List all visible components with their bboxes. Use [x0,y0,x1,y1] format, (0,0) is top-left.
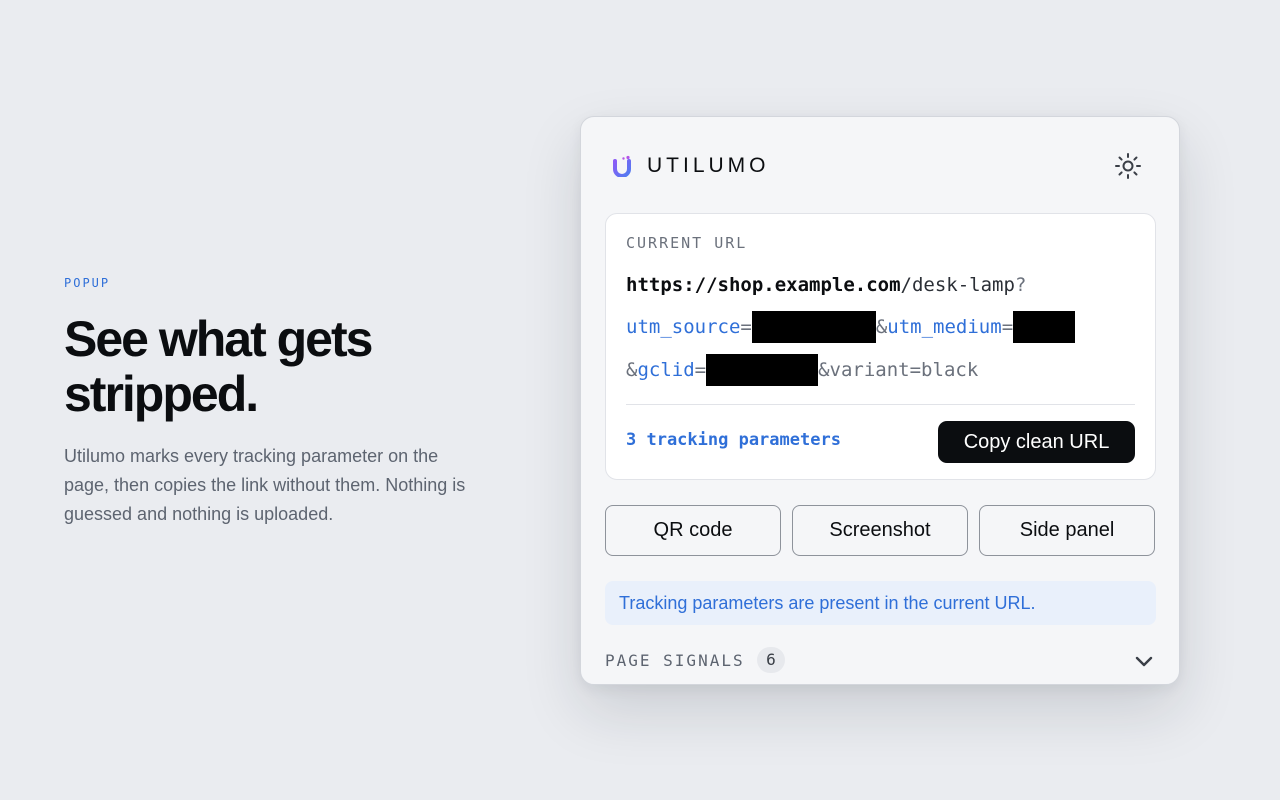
intro-section: POPUP See what gets stripped. Utilumo ma… [64,276,484,529]
section-eyebrow: POPUP [64,276,111,290]
action-buttons: QR code Screenshot Side panel [605,505,1156,556]
url-host: https://shop.example.com [626,274,901,296]
utilumo-logo-icon [613,155,631,177]
chevron-down-icon[interactable] [1132,649,1156,673]
redacted-value [706,354,819,386]
tracking-param-name: gclid [637,359,695,381]
param-separator: & [875,316,888,338]
current-url-label: CURRENT URL [626,234,748,252]
side-panel-button[interactable]: Side panel [979,505,1155,556]
card-divider [626,404,1135,405]
url-line-3: &gclid= &variant=black [626,354,978,386]
intro-description: Utilumo marks every tracking parameter o… [64,446,466,524]
popup-header: UTILUMO [611,147,1145,185]
param-equals: = [740,316,752,338]
page-signals-label: PAGE SIGNALS [605,651,745,670]
headline-line-1: See what gets [64,311,373,367]
redacted-value [1013,311,1076,343]
headline-line-2: stripped. [64,366,259,422]
headline: See what gets stripped. [64,312,484,422]
sun-icon [1115,153,1141,179]
theme-toggle-button[interactable] [1111,149,1145,183]
copy-clean-url-button[interactable]: Copy clean URL [938,421,1135,463]
current-url-card: CURRENT URL https://shop.example.com/des… [605,213,1156,480]
brand-name: UTILUMO [647,154,770,177]
url-path: /desk-lamp [900,274,1015,296]
url-line-2: utm_source= &utm_medium= [626,311,1076,343]
tracking-count: 3 tracking parameters [626,430,841,450]
tracking-notice: Tracking parameters are present in the c… [605,581,1156,625]
screenshot-button[interactable]: Screenshot [792,505,968,556]
url-line-1: https://shop.example.com/desk-lamp? [626,269,1026,301]
param-equals: = [694,359,707,381]
url-query-mark: ? [1014,274,1027,296]
tracking-param-name: utm_source [626,316,741,338]
tracking-param-name: utm_medium [887,316,1002,338]
extension-popup: UTILUMO CURRENT URL https://shop.example… [580,116,1180,685]
page-signals-row[interactable]: PAGE SIGNALS 6 [605,647,1156,675]
redacted-value [751,311,876,343]
non-tracking-param: &variant=black [818,359,979,381]
param-equals: = [1001,316,1014,338]
page-signals-count-badge: 6 [757,647,785,673]
qr-code-button[interactable]: QR code [605,505,781,556]
param-separator: & [626,359,638,381]
